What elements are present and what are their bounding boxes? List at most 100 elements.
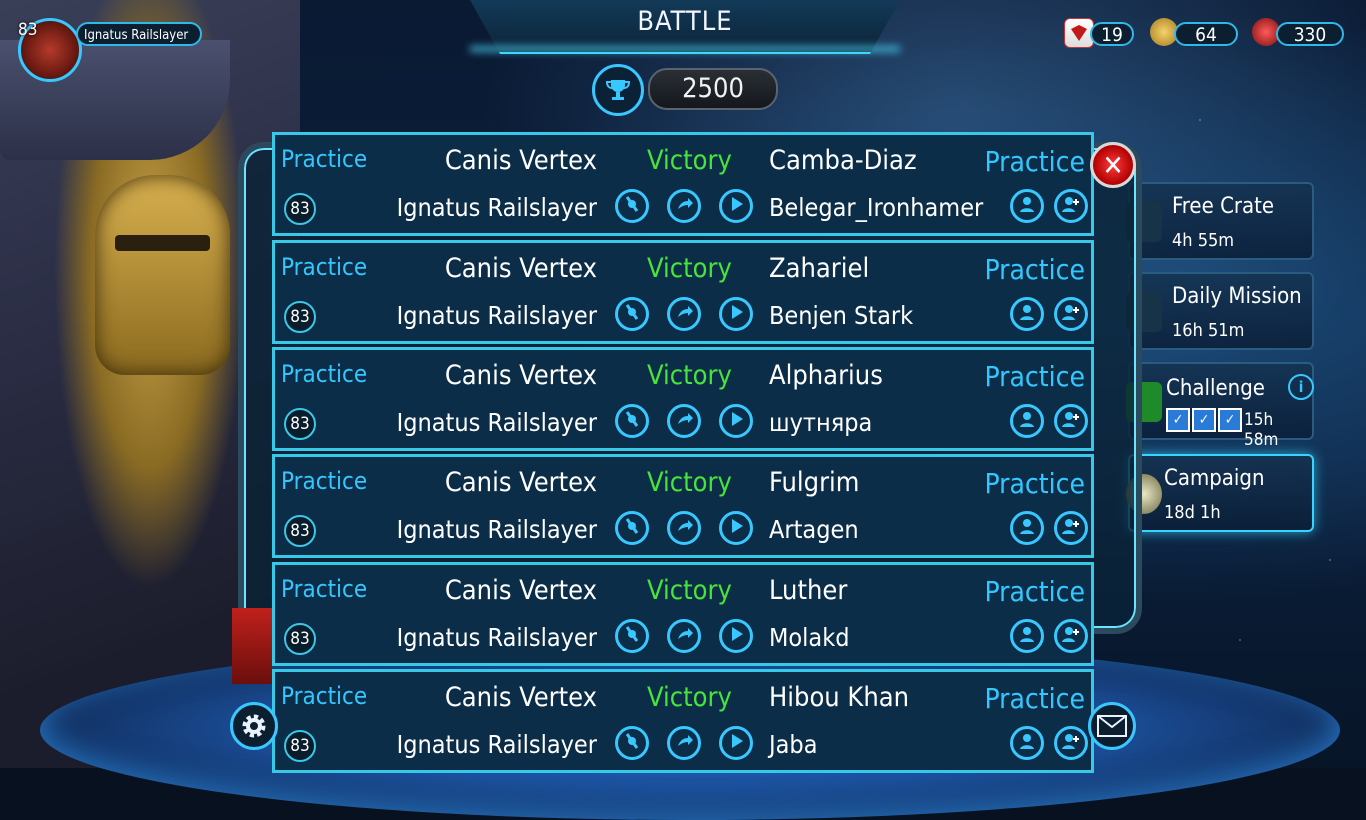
add-friend-icon (1061, 302, 1081, 326)
right-player[interactable]: Benjen Stark (769, 301, 913, 330)
replay-button[interactable] (719, 404, 753, 438)
level-badge: 83 (284, 623, 316, 655)
add-friend-icon (1061, 624, 1081, 648)
left-player[interactable]: Ignatus Railslayer (397, 515, 597, 544)
side-item-campaign[interactable]: Campaign 18d 1h (1126, 454, 1314, 532)
battle-list[interactable]: Practice 83 Canis Vertex Ignatus Railsla… (272, 132, 1094, 773)
spy-button[interactable] (615, 404, 649, 438)
left-mode: Practice (281, 253, 368, 281)
player-badge[interactable]: 83 Ignatus Railslayer (14, 18, 202, 82)
add-friend-button[interactable] (1054, 619, 1088, 653)
check-icon: ✓ (1218, 408, 1242, 432)
spy-icon (622, 194, 642, 218)
settings-button[interactable] (230, 702, 278, 750)
side-timer: 4h 55m (1172, 230, 1235, 251)
mail-button[interactable] (1088, 702, 1136, 750)
side-timer: 15h 58m (1244, 410, 1279, 450)
profile-button[interactable] (1010, 511, 1044, 545)
gem-count-value: 330 (1293, 24, 1327, 46)
share-button[interactable] (667, 726, 701, 760)
header-glow (470, 46, 900, 52)
add-friend-icon (1061, 731, 1081, 755)
battle-result: Victory (647, 467, 732, 498)
profile-button[interactable] (1010, 726, 1044, 760)
profile-icon (1017, 624, 1037, 648)
add-friend-button[interactable] (1054, 726, 1088, 760)
left-player[interactable]: Ignatus Railslayer (397, 301, 597, 330)
spy-icon (622, 731, 642, 755)
share-icon (674, 731, 694, 755)
right-mode: Practice (984, 145, 1085, 178)
profile-button[interactable] (1010, 619, 1044, 653)
trophy-button[interactable] (592, 64, 644, 116)
profile-button[interactable] (1010, 404, 1044, 438)
right-player[interactable]: Molakd (769, 623, 850, 652)
add-friend-button[interactable] (1054, 189, 1088, 223)
spy-button[interactable] (615, 189, 649, 223)
battle-row[interactable]: Practice 83 Canis Vertex Ignatus Railsla… (272, 347, 1094, 451)
left-mode: Practice (281, 145, 368, 173)
card-count: 19 (1090, 22, 1134, 46)
share-button[interactable] (667, 619, 701, 653)
battle-result: Victory (647, 682, 732, 713)
close-button[interactable]: ✕ (1090, 142, 1136, 188)
side-label: Campaign (1164, 466, 1265, 491)
share-icon (674, 516, 694, 540)
spy-button[interactable] (615, 297, 649, 331)
right-player[interactable]: Artagen (769, 515, 859, 544)
right-player[interactable]: шутняра (769, 408, 872, 437)
battle-row[interactable]: Practice 83 Canis Vertex Ignatus Railsla… (272, 132, 1094, 236)
share-button[interactable] (667, 297, 701, 331)
profile-icon (1017, 409, 1037, 433)
left-player[interactable]: Ignatus Railslayer (397, 730, 597, 759)
replay-button[interactable] (719, 726, 753, 760)
profile-button[interactable] (1010, 189, 1044, 223)
left-player[interactable]: Ignatus Railslayer (397, 193, 597, 222)
share-button[interactable] (667, 511, 701, 545)
gold-count: 64 (1174, 22, 1238, 46)
spy-button[interactable] (615, 511, 649, 545)
share-icon (674, 302, 694, 326)
battle-row[interactable]: Practice 83 Canis Vertex Ignatus Railsla… (272, 454, 1094, 558)
banner (232, 608, 272, 684)
left-player[interactable]: Ignatus Railslayer (397, 408, 597, 437)
left-player[interactable]: Ignatus Railslayer (397, 623, 597, 652)
player-level: 83 (18, 20, 38, 40)
right-legion: Zahariel (769, 253, 870, 284)
profile-button[interactable] (1010, 297, 1044, 331)
card-count-value: 19 (1101, 24, 1123, 46)
share-icon (674, 409, 694, 433)
add-friend-button[interactable] (1054, 297, 1088, 331)
replay-button[interactable] (719, 511, 753, 545)
share-button[interactable] (667, 404, 701, 438)
side-item-daily-mission[interactable]: Daily Mission 16h 51m (1126, 272, 1314, 350)
battle-row[interactable]: Practice 83 Canis Vertex Ignatus Railsla… (272, 669, 1094, 773)
right-player[interactable]: Jaba (769, 730, 817, 759)
spy-icon (622, 409, 642, 433)
play-icon (726, 302, 746, 326)
replay-button[interactable] (719, 619, 753, 653)
trophy-count: 2500 (648, 68, 778, 110)
side-item-challenge[interactable]: Challenge i ✓ ✓ ✓ 15h 58m (1126, 362, 1314, 450)
side-item-free-crate[interactable]: Free Crate 4h 55m (1126, 182, 1314, 260)
side-label: Challenge (1166, 376, 1265, 401)
replay-button[interactable] (719, 189, 753, 223)
right-player[interactable]: Belegar_Ironhamer (769, 193, 983, 222)
info-icon[interactable]: i (1288, 374, 1314, 400)
spy-button[interactable] (615, 726, 649, 760)
right-mode: Practice (984, 360, 1085, 393)
spy-button[interactable] (615, 619, 649, 653)
battle-row[interactable]: Practice 83 Canis Vertex Ignatus Railsla… (272, 562, 1094, 666)
profile-icon (1017, 302, 1037, 326)
right-mode: Practice (984, 467, 1085, 500)
right-mode: Practice (984, 253, 1085, 286)
side-label: Daily Mission (1172, 284, 1302, 309)
add-friend-button[interactable] (1054, 404, 1088, 438)
replay-button[interactable] (719, 297, 753, 331)
right-legion: Alpharius (769, 360, 883, 391)
add-friend-button[interactable] (1054, 511, 1088, 545)
battle-row[interactable]: Practice 83 Canis Vertex Ignatus Railsla… (272, 240, 1094, 344)
play-icon (726, 516, 746, 540)
share-button[interactable] (667, 189, 701, 223)
right-legion: Fulgrim (769, 467, 860, 498)
